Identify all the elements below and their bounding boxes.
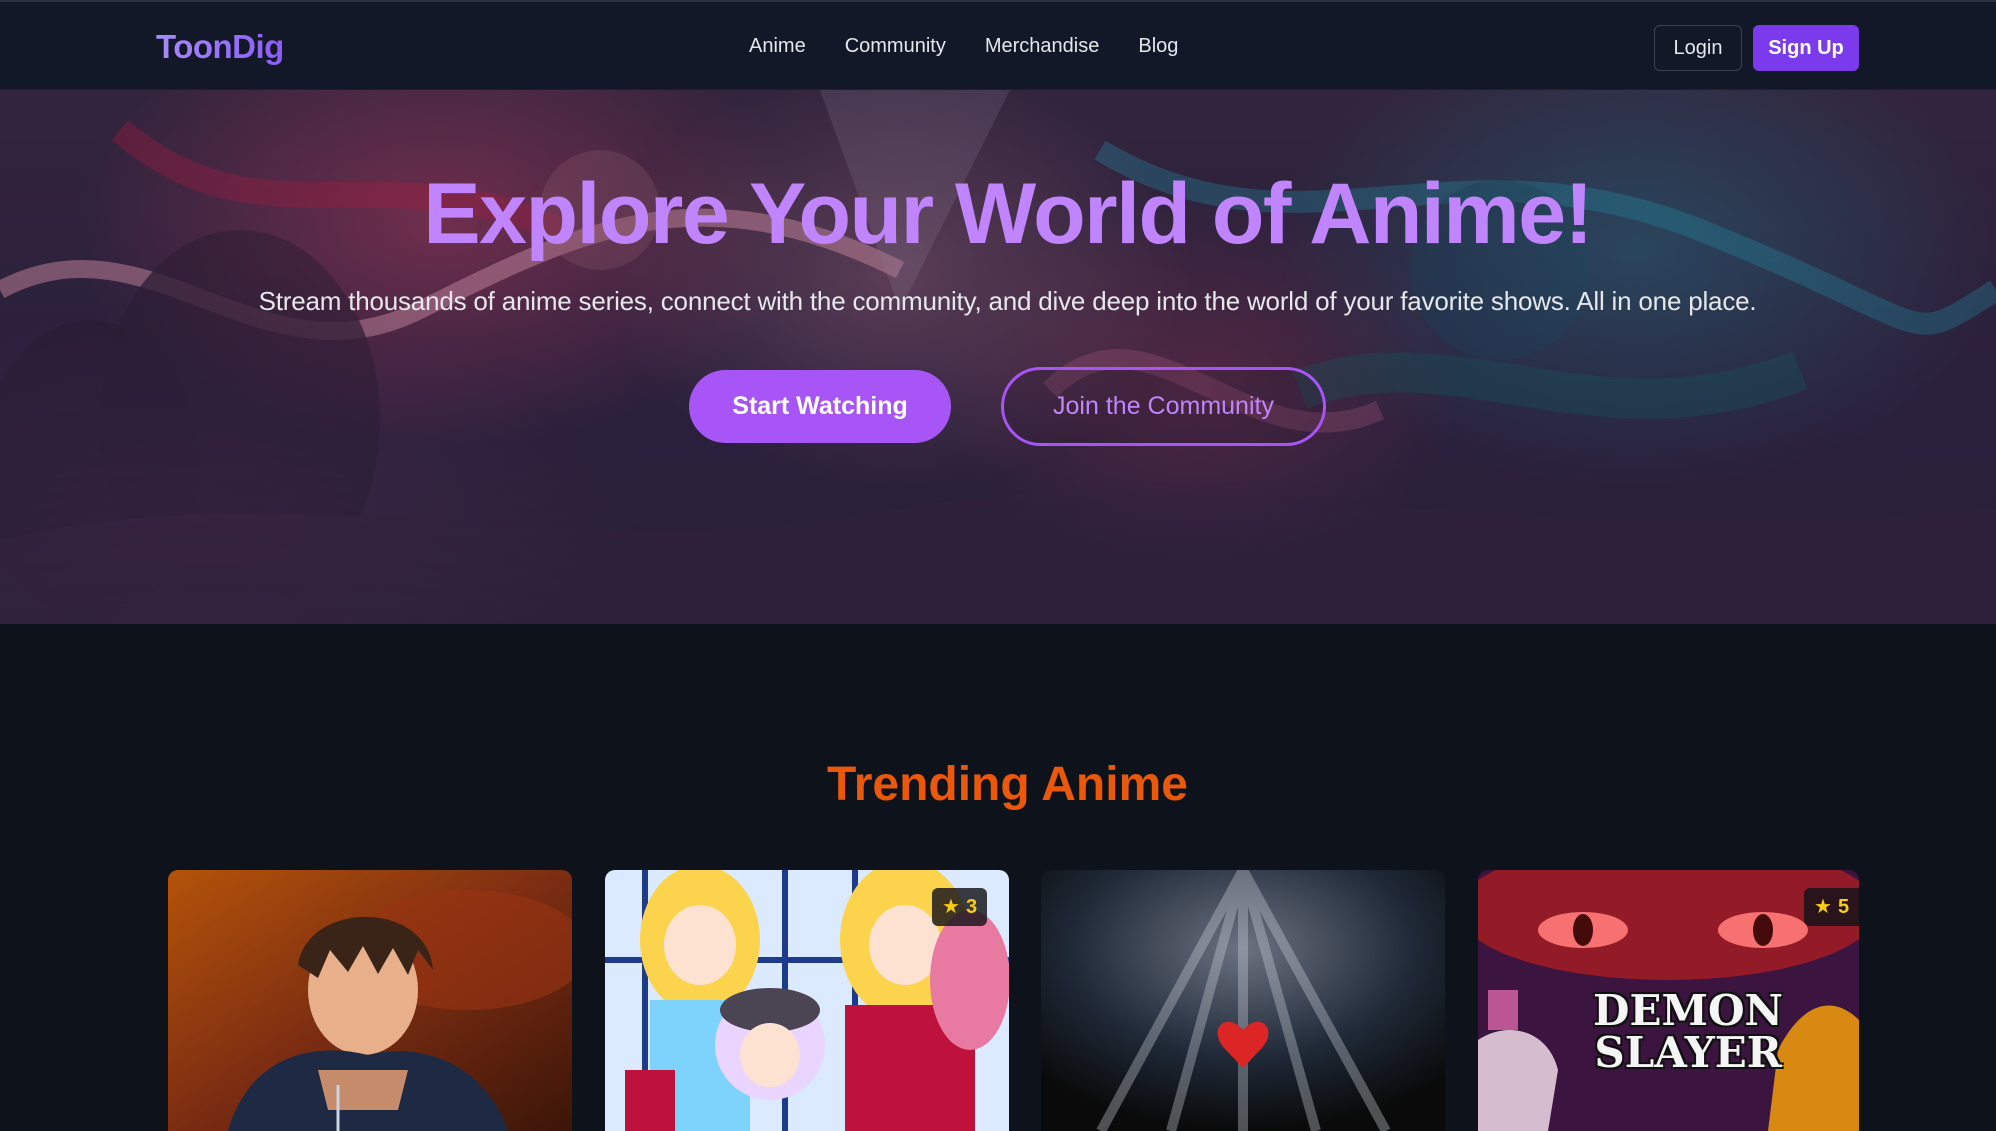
- trending-anime-heading: Trending Anime: [827, 758, 1188, 811]
- start-watching-button[interactable]: Start Watching: [689, 370, 951, 443]
- rating-badge: ★ 5: [1804, 888, 1859, 926]
- nav-link-blog[interactable]: Blog: [1138, 35, 1178, 58]
- join-community-button[interactable]: Join the Community: [1001, 367, 1326, 446]
- sign-up-button[interactable]: Sign Up: [1753, 25, 1859, 71]
- hero-title: Explore Your World of Anime!: [423, 166, 1593, 262]
- hero-section: Explore Your World of Anime! Stream thou…: [0, 90, 1996, 624]
- rating-value: 3: [965, 896, 978, 918]
- login-button[interactable]: Login: [1654, 25, 1742, 71]
- navbar: ToonDig Anime Community Merchandise Blog…: [0, 0, 1996, 90]
- demon-slayer-cover-text: DEMON SLAYER: [1593, 986, 1783, 1077]
- nav-link-community[interactable]: Community: [845, 35, 946, 58]
- anime-card-1[interactable]: [168, 870, 572, 1131]
- nav-link-anime[interactable]: Anime: [749, 35, 806, 58]
- anime-card-3-cover: [1041, 870, 1445, 1131]
- anime-card-2[interactable]: ★ 3: [605, 870, 1009, 1131]
- main-nav: Anime Community Merchandise Blog: [749, 35, 1217, 58]
- star-icon: ★: [942, 896, 960, 918]
- nav-link-merchandise[interactable]: Merchandise: [985, 35, 1100, 58]
- star-icon: ★: [1814, 896, 1832, 918]
- anime-card-3[interactable]: [1041, 870, 1445, 1131]
- rating-badge: ★ 3: [932, 888, 988, 926]
- rating-value: 5: [1837, 896, 1850, 918]
- anime-card-1-cover: [168, 870, 572, 1131]
- anime-card-4[interactable]: DEMON SLAYER ★ 5: [1478, 870, 1859, 1131]
- hero-subtitle: Stream thousands of anime series, connec…: [258, 286, 1757, 316]
- demon-slayer-logo: DEMON SLAYER: [1478, 870, 1859, 1131]
- logo[interactable]: ToonDig: [156, 28, 284, 66]
